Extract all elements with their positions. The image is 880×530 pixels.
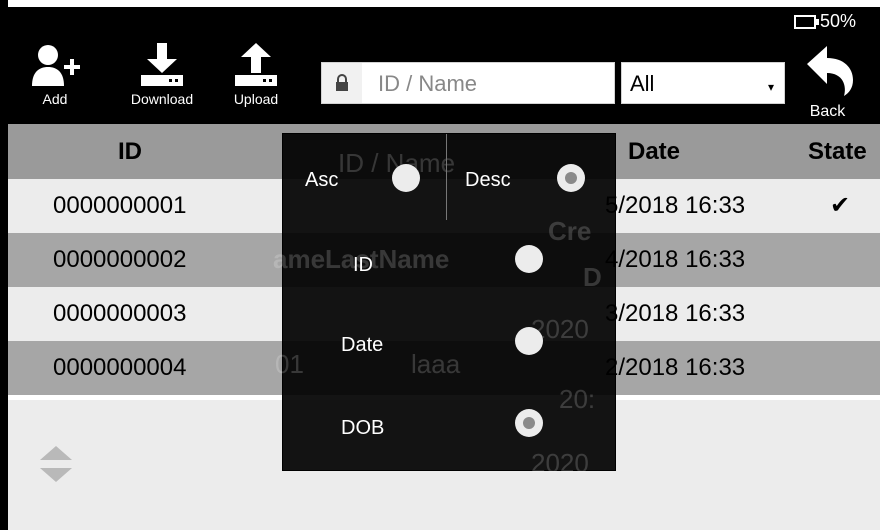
filter-select[interactable]: All ▾: [621, 62, 785, 104]
row-date: 2/2018 16:33: [605, 354, 746, 381]
row-date: 5/2018 16:33: [605, 192, 746, 219]
add-button[interactable]: Add: [25, 43, 85, 107]
back-button[interactable]: Back: [795, 46, 860, 122]
chevron-down-icon: ▾: [767, 80, 774, 94]
search-placeholder: ID / Name: [378, 71, 478, 96]
popup-divider: [446, 134, 447, 220]
add-user-icon: [32, 45, 80, 86]
top-toolbar: 50% Add Download Upload ID / Name All ▾ …: [8, 7, 880, 124]
desc-radio[interactable]: [557, 164, 585, 192]
sort-option-id-label: ID: [353, 254, 373, 276]
back-label: Back: [809, 103, 846, 120]
desc-label: Desc: [465, 169, 511, 191]
ghost-text: 01: [275, 349, 304, 379]
sort-toggle-button[interactable]: [36, 440, 76, 495]
row-date: 4/2018 16:33: [605, 246, 746, 273]
asc-label: Asc: [305, 169, 339, 191]
row-id: 0000000003: [53, 300, 187, 327]
download-button[interactable]: Download: [121, 43, 203, 107]
left-edge-bar: [0, 0, 8, 530]
column-header-state[interactable]: State: [808, 138, 867, 166]
search-input[interactable]: ID / Name: [321, 62, 615, 104]
add-label: Add: [42, 91, 68, 107]
sort-option-dob-radio[interactable]: [515, 409, 543, 437]
checkmark-icon: ✔: [830, 192, 851, 219]
ghost-text: D: [583, 262, 602, 292]
sort-option-date-label: Date: [341, 334, 384, 356]
upload-icon: [235, 43, 277, 86]
upload-label: Upload: [233, 91, 279, 107]
upload-button[interactable]: Upload: [225, 43, 287, 107]
sort-option-date-radio[interactable]: [515, 327, 543, 355]
ghost-text: Cre: [548, 216, 592, 246]
asc-radio[interactable]: [392, 164, 420, 192]
ghost-text: 20:: [559, 384, 596, 414]
sort-option-id-radio[interactable]: [515, 245, 543, 273]
row-date: 3/2018 16:33: [605, 300, 746, 327]
column-header-date[interactable]: Date: [628, 138, 680, 166]
back-arrow-icon: [806, 46, 853, 96]
app-frame: 50% Add Download Upload ID / Name All ▾ …: [0, 0, 880, 530]
battery-status: 50%: [793, 11, 856, 32]
ghost-text: laaa: [411, 349, 461, 379]
ghost-text: 2020: [531, 448, 589, 478]
battery-icon: [793, 14, 819, 29]
filter-selected-value: All: [630, 71, 655, 96]
row-id: 0000000001: [53, 192, 187, 219]
sort-arrows-icon: [40, 446, 72, 482]
lock-icon: [322, 63, 362, 103]
battery-percentage: 50%: [819, 11, 856, 31]
download-label: Download: [130, 91, 194, 107]
column-header-id[interactable]: ID: [118, 138, 142, 166]
sort-option-dob-label: DOB: [341, 417, 385, 439]
sort-popup: ID / Name ameLastName Cre D 2020 01 laaa…: [273, 133, 616, 478]
row-id: 0000000002: [53, 246, 187, 273]
row-id: 0000000004: [53, 354, 187, 381]
download-icon: [141, 43, 183, 86]
